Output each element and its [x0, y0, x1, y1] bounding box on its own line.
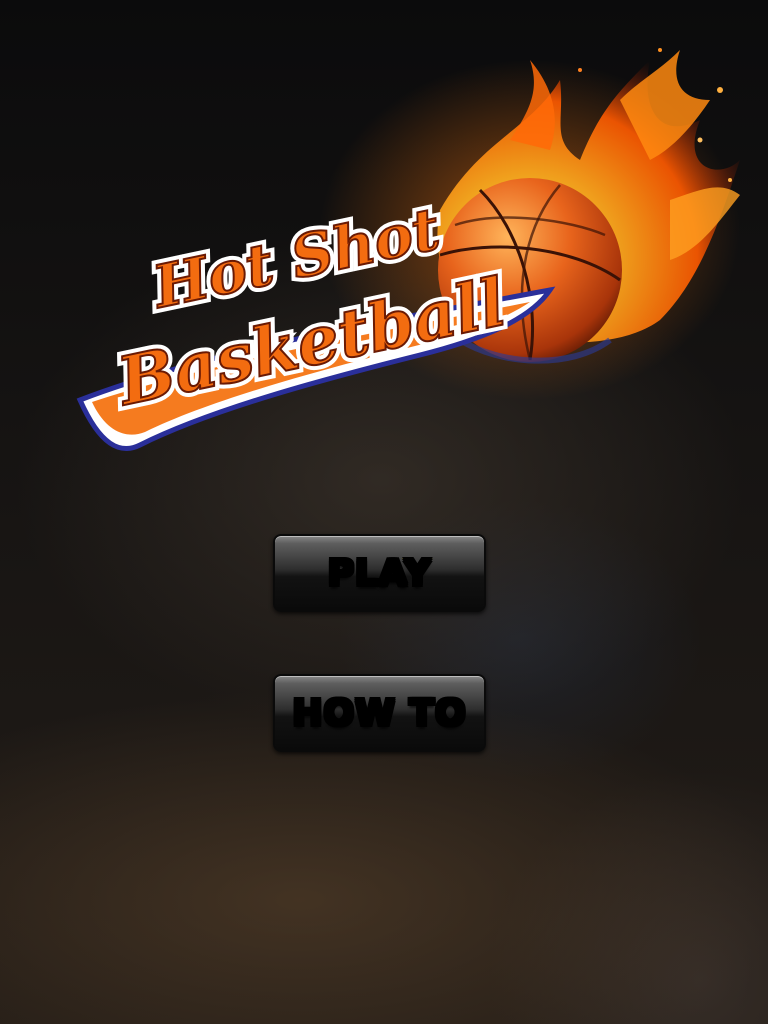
play-button-label: PLAY: [327, 552, 432, 595]
game-logo: Hot Shot Hot Shot Basketball Basketball: [60, 20, 760, 480]
play-button[interactable]: PLAY: [273, 534, 486, 612]
how-to-button-label: HOW TO: [291, 692, 467, 735]
how-to-button[interactable]: HOW TO: [273, 674, 486, 752]
